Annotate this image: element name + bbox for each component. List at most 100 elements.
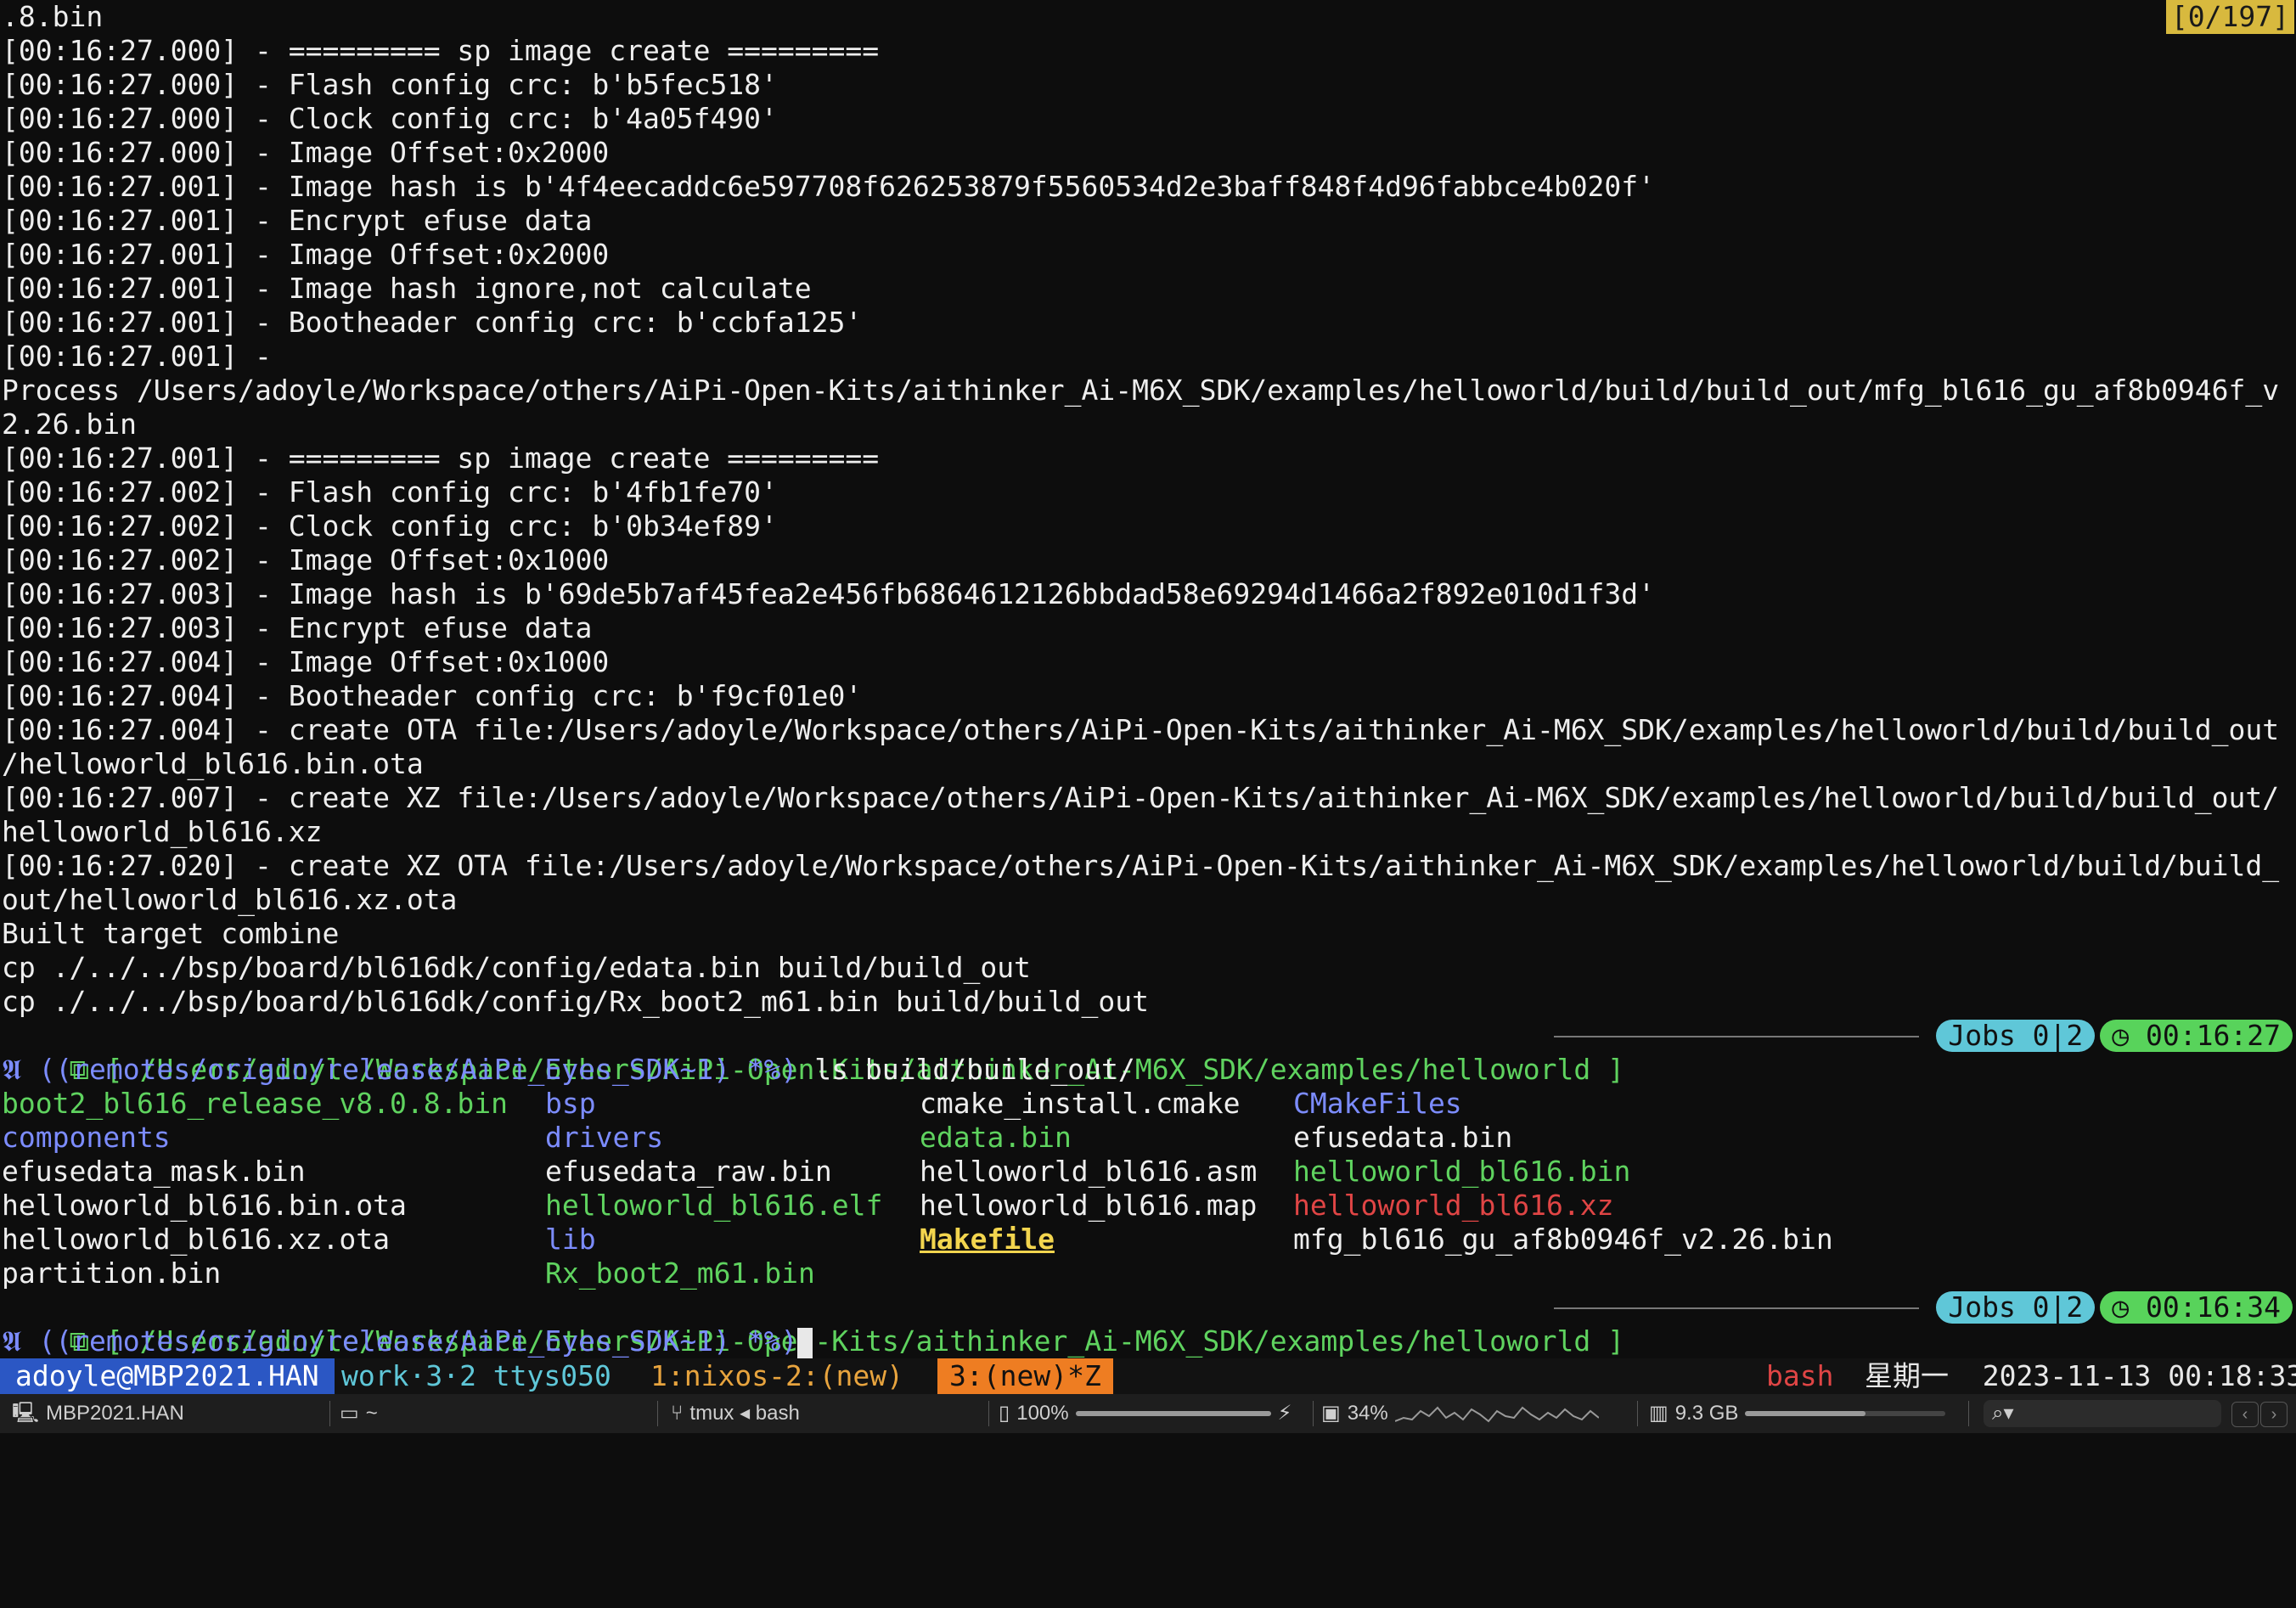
prompt-path-line: ⧉ [ /Users/adoyle/Workspace/others/AiPi-… [0,1019,2296,1086]
prompt-rule [1554,1036,1919,1037]
branch-icon: ⑂ [671,1402,684,1425]
ls-entry: mfg_bl616_gu_af8b0946f_v2.26.bin [1293,1223,1833,1256]
prompt-time: 00:16:34 [2146,1290,2281,1324]
divider [1968,1401,1969,1426]
ls-entry: drivers [545,1121,664,1154]
ls-row: boot2_bl616_release_v8.0.8.bin bsp cmake_i… [0,1087,2296,1121]
ls-entry: edata.bin [920,1121,1072,1154]
ls-entry [920,1257,1293,1290]
tmux-window-3-active[interactable]: 3:(new)*Z [937,1358,1113,1394]
ls-entry: helloworld_bl616.bin [1293,1155,1631,1188]
prompt-path-line: ⧉ [ /Users/adoyle/Workspace/others/AiPi-… [0,1290,2296,1358]
divider [329,1401,330,1426]
ls-entry: efusedata_mask.bin [2,1155,306,1188]
build-log: .8.bin [00:16:27.000] - ========= sp imag… [0,0,2296,1019]
divider [988,1401,989,1426]
clock-badge: ◷ 00:16:27 [2100,1020,2293,1052]
tmux-window-1[interactable]: 1:nixos-2:(new) [650,1358,903,1394]
memory-meter-fill [1745,1411,1866,1416]
search-icon: ⌕▾ [1992,1402,2014,1425]
jobs-badge: Jobs 0|2 [1936,1020,2096,1052]
ls-row: partition.bin Rx_boot2_m61.bin [0,1257,2296,1290]
log-line: [00:16:27.002] - Flash config crc: b'4fb… [2,475,778,509]
clock-icon: ◷ [2112,1290,2147,1324]
tmux-status-bar: adoyle@MBP2021.HAN work·3·2 ttys050 1:ni… [0,1358,2296,1394]
back-button[interactable]: ‹ [2231,1402,2259,1427]
host-section[interactable]: 🖳 MBP2021.HAN [12,1394,184,1433]
log-line: .8.bin [2,0,104,33]
computer-icon: 🖳 [12,1402,40,1425]
directory-section[interactable]: ▭ ~ [340,1394,378,1433]
directory-label: ~ [365,1402,378,1425]
log-line: [00:16:27.004] - Bootheader config crc: … [2,679,863,712]
ls-entry: helloworld_bl616.map [920,1189,1258,1222]
log-line: [00:16:27.000] - Clock config crc: b'4a0… [2,102,778,135]
log-line: [00:16:27.001] - Bootheader config crc: … [2,306,863,339]
ls-row: helloworld_bl616.xz.ota lib Makefile mfg_bl… [0,1223,2296,1257]
log-line: out/helloworld_bl616.xz.ota [2,883,458,916]
prompt-time: 00:16:27 [2146,1019,2281,1052]
log-line: [00:16:27.020] - create XZ OTA file:/Use… [2,849,2280,882]
charging-icon: ⚡ [1277,1402,1292,1425]
forward-button[interactable]: › [2260,1402,2288,1427]
memory-icon: ▥ [1649,1402,1669,1425]
log-line: [00:16:27.000] - Flash config crc: b'b5f… [2,68,778,101]
ls-entry: partition.bin [2,1257,222,1290]
process-label: tmux ◂ bash [689,1402,800,1425]
tmux-work-info: work·3·2 ttys050 [341,1359,611,1392]
log-line: [00:16:27.001] - [2,340,272,373]
battery-meter-fill [1075,1411,1271,1416]
ls-entry: efusedata_raw.bin [545,1155,832,1188]
divider [1637,1401,1638,1426]
process-section[interactable]: ⑂ tmux ◂ bash [671,1394,800,1433]
log-line: [00:16:27.002] - Image Offset:0x1000 [2,543,610,576]
memory-label: 9.3 GB [1674,1402,1739,1425]
prompt-rule [1554,1307,1919,1309]
search-field[interactable]: ⌕▾ [1984,1400,2221,1427]
ls-entry: helloworld_bl616.xz [1293,1189,1614,1222]
log-line: [00:16:27.003] - Encrypt efuse data [2,611,593,644]
memory-section: ▥ 9.3 GB [1649,1394,1946,1433]
battery-icon: ▯ [999,1402,1010,1425]
ls-entry: bsp [545,1087,596,1120]
log-line: [00:16:27.001] - Image Offset:0x2000 [2,238,610,271]
log-line: [00:16:27.001] - Encrypt efuse data [2,204,593,237]
terminal[interactable]: [0/197] .8.bin [00:16:27.000] - =========… [0,0,2296,1358]
ls-entry: boot2_bl616_release_v8.0.8.bin [2,1087,509,1120]
log-line: [00:16:27.001] - Image hash ignore,not c… [2,272,812,305]
clock-badge: ◷ 00:16:34 [2100,1291,2293,1324]
log-line: [00:16:27.007] - create XZ file:/Users/a… [2,781,2280,814]
ls-entry: helloworld_bl616.elf [545,1189,883,1222]
ls-entry: helloworld_bl616.xz.ota [2,1223,390,1256]
host-label: MBP2021.HAN [46,1402,184,1425]
ls-entry: efusedata.bin [1293,1121,1513,1154]
ls-entry: lib [545,1223,596,1256]
log-line: [00:16:27.000] - Image Offset:0x2000 [2,136,610,169]
active-prompt-line[interactable]: 𝕬 ((remotes/origin/release/AiPi_Eyes_SDK… [0,1324,2296,1358]
memory-meter [1745,1411,1946,1416]
cpu-icon: ▣ [1321,1402,1341,1425]
log-line: [00:16:27.004] - Image Offset:0x1000 [2,645,610,678]
log-line: cp ./../../bsp/board/bl616dk/config/edat… [2,951,1031,984]
log-line: [00:16:27.001] - Image hash is b'4f4eeca… [2,170,1656,203]
ls-entry [1293,1257,1888,1290]
terminal-bottom-bar: 🖳 MBP2021.HAN ▭ ~ ⑂ tmux ◂ bash ▯ 100% ⚡… [0,1394,2296,1433]
tmux-date: 星期一 2023-11-13 00:18:33 [1865,1359,2296,1392]
jobs-badge: Jobs 0|2 [1936,1291,2096,1324]
ls-entry: cmake_install.cmake [920,1087,1241,1120]
log-line: [00:16:27.001] - ========= sp image crea… [2,441,880,475]
log-line: Built target combine [2,917,340,950]
ls-entry: Makefile [920,1223,1055,1256]
cpu-section: ▣ 34% [1321,1394,1599,1433]
cpu-sparkline [1394,1406,1599,1423]
ls-output: boot2_bl616_release_v8.0.8.bin bsp cmake_i… [0,1087,2296,1290]
divider [657,1401,658,1426]
ls-row: helloworld_bl616.bin.ota helloworld_bl616… [0,1189,2296,1223]
battery-label: 100% [1016,1402,1069,1425]
divider [1313,1401,1314,1426]
ls-row: components drivers edata.bin efusedata.bin [0,1121,2296,1155]
tmux-session[interactable]: adoyle@MBP2021.HAN [0,1358,335,1394]
text-cursor[interactable] [797,1327,813,1358]
ls-entry: helloworld_bl616.bin.ota [2,1189,407,1222]
ls-row: efusedata_mask.bin efusedata_raw.bin hello… [0,1155,2296,1189]
